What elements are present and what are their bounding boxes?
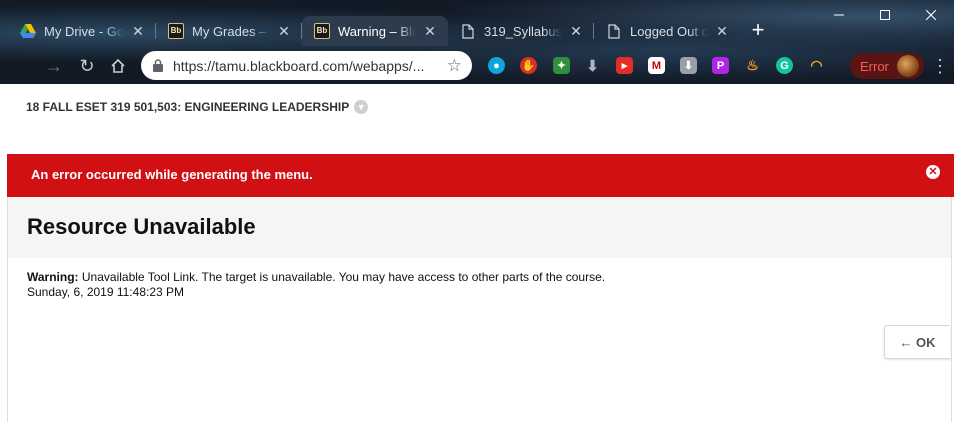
tab-title: My Drive - Google Drive	[44, 23, 124, 39]
maximize-icon	[880, 10, 890, 20]
bookmark-star-icon[interactable]: ☆	[447, 56, 462, 76]
page-title: Resource Unavailable	[27, 214, 256, 239]
browser-chrome: My Drive - Google Drive ✕ Bb My Grades –…	[0, 0, 954, 84]
tab-logged-out[interactable]: Logged Out of Blackboard ✕	[594, 16, 740, 46]
warning-text: Unavailable Tool Link. The target is una…	[81, 270, 606, 284]
profile-error-button[interactable]: Error	[850, 53, 924, 79]
close-icon[interactable]: ✕	[926, 165, 940, 179]
blackboard-icon: Bb	[168, 23, 184, 39]
error-banner: An error occurred while generating the m…	[7, 154, 954, 197]
tab-title: Warning – Blackboard Learn	[338, 23, 416, 39]
home-icon[interactable]	[106, 54, 130, 78]
tab-title: My Grades – 18 FALL ESET	[192, 23, 270, 39]
close-icon	[926, 10, 936, 20]
avatar	[896, 55, 919, 77]
error-message: An error occurred while generating the m…	[31, 167, 313, 182]
panel-header: Resource Unavailable	[8, 197, 951, 258]
tab-close-icon[interactable]: ✕	[422, 23, 438, 40]
tab-strip: My Drive - Google Drive ✕ Bb My Grades –…	[8, 14, 818, 46]
warning-label: Warning:	[27, 270, 79, 284]
chevron-down-icon[interactable]: ▼	[354, 100, 369, 114]
warning-message: Warning: Unavailable Tool Link. The targ…	[27, 270, 605, 300]
tab-warning[interactable]: Bb Warning – Blackboard Learn ✕	[302, 16, 448, 46]
reload-icon[interactable]: ↻	[75, 54, 99, 78]
blackboard-logo: Bb	[168, 23, 184, 39]
extension-fire-icon[interactable]: ♨	[744, 57, 761, 74]
tab-syllabus[interactable]: 319_Syllabus_F18.pdf ✕	[448, 16, 594, 46]
extension-download-icon[interactable]: ⬇	[584, 57, 601, 75]
document-icon	[606, 23, 622, 39]
maximize-button[interactable]	[862, 0, 908, 30]
extension-adblock-icon[interactable]: ✋	[520, 57, 537, 74]
extension-grammarly-icon[interactable]: G	[776, 57, 793, 74]
extension-arc-icon[interactable]: ◠	[808, 57, 825, 74]
address-bar[interactable]: https://tamu.blackboard.com/webapps/... …	[141, 51, 472, 80]
google-drive-icon	[20, 23, 36, 39]
ok-button[interactable]: ← OK	[884, 325, 950, 359]
tab-my-grades[interactable]: Bb My Grades – 18 FALL ESET ✕	[156, 16, 302, 46]
url-text: https://tamu.blackboard.com/webapps/...	[173, 57, 425, 74]
minimize-icon	[834, 14, 844, 16]
blackboard-icon: Bb	[314, 23, 330, 39]
document-icon	[460, 23, 476, 39]
new-tab-button[interactable]: +	[746, 17, 770, 43]
blackboard-logo: Bb	[314, 23, 330, 39]
back-arrow-icon[interactable]: →	[42, 54, 66, 78]
extension-video-icon[interactable]: ▸	[616, 57, 633, 74]
menu-kebab-icon[interactable]: ⋮	[931, 57, 949, 75]
extension-mcafee-icon[interactable]: M	[648, 57, 665, 74]
tab-title: 319_Syllabus_F18.pdf	[484, 23, 562, 39]
course-title: 18 FALL ESET 319 501,503: ENGINEERING LE…	[26, 100, 350, 114]
tab-close-icon[interactable]: ✕	[714, 23, 730, 40]
content-panel: Resource Unavailable Warning: Unavailabl…	[7, 197, 952, 422]
tab-google-drive[interactable]: My Drive - Google Drive ✕	[8, 16, 156, 46]
tab-close-icon[interactable]: ✕	[276, 23, 292, 40]
tab-close-icon[interactable]: ✕	[568, 23, 584, 40]
timestamp: Sunday, 6, 2019 11:48:23 PM	[27, 285, 185, 299]
minimize-button[interactable]	[816, 0, 862, 30]
lock-icon	[153, 59, 163, 72]
extension-save-icon[interactable]: ⬇	[680, 57, 697, 74]
tab-title: Logged Out of Blackboard	[630, 23, 708, 39]
tab-close-icon[interactable]: ✕	[130, 23, 146, 40]
profile-error-label: Error	[860, 58, 889, 74]
extension-frog-icon[interactable]: ✦	[553, 57, 570, 74]
extension-eye-icon[interactable]: ●	[488, 57, 505, 74]
course-breadcrumb[interactable]: 18 FALL ESET 319 501,503: ENGINEERING LE…	[26, 100, 369, 114]
extension-p-icon[interactable]: P	[712, 57, 729, 74]
browser-toolbar: → ↻ https://tamu.blackboard.com/webapps/…	[0, 48, 954, 84]
close-window-button[interactable]	[908, 0, 954, 30]
